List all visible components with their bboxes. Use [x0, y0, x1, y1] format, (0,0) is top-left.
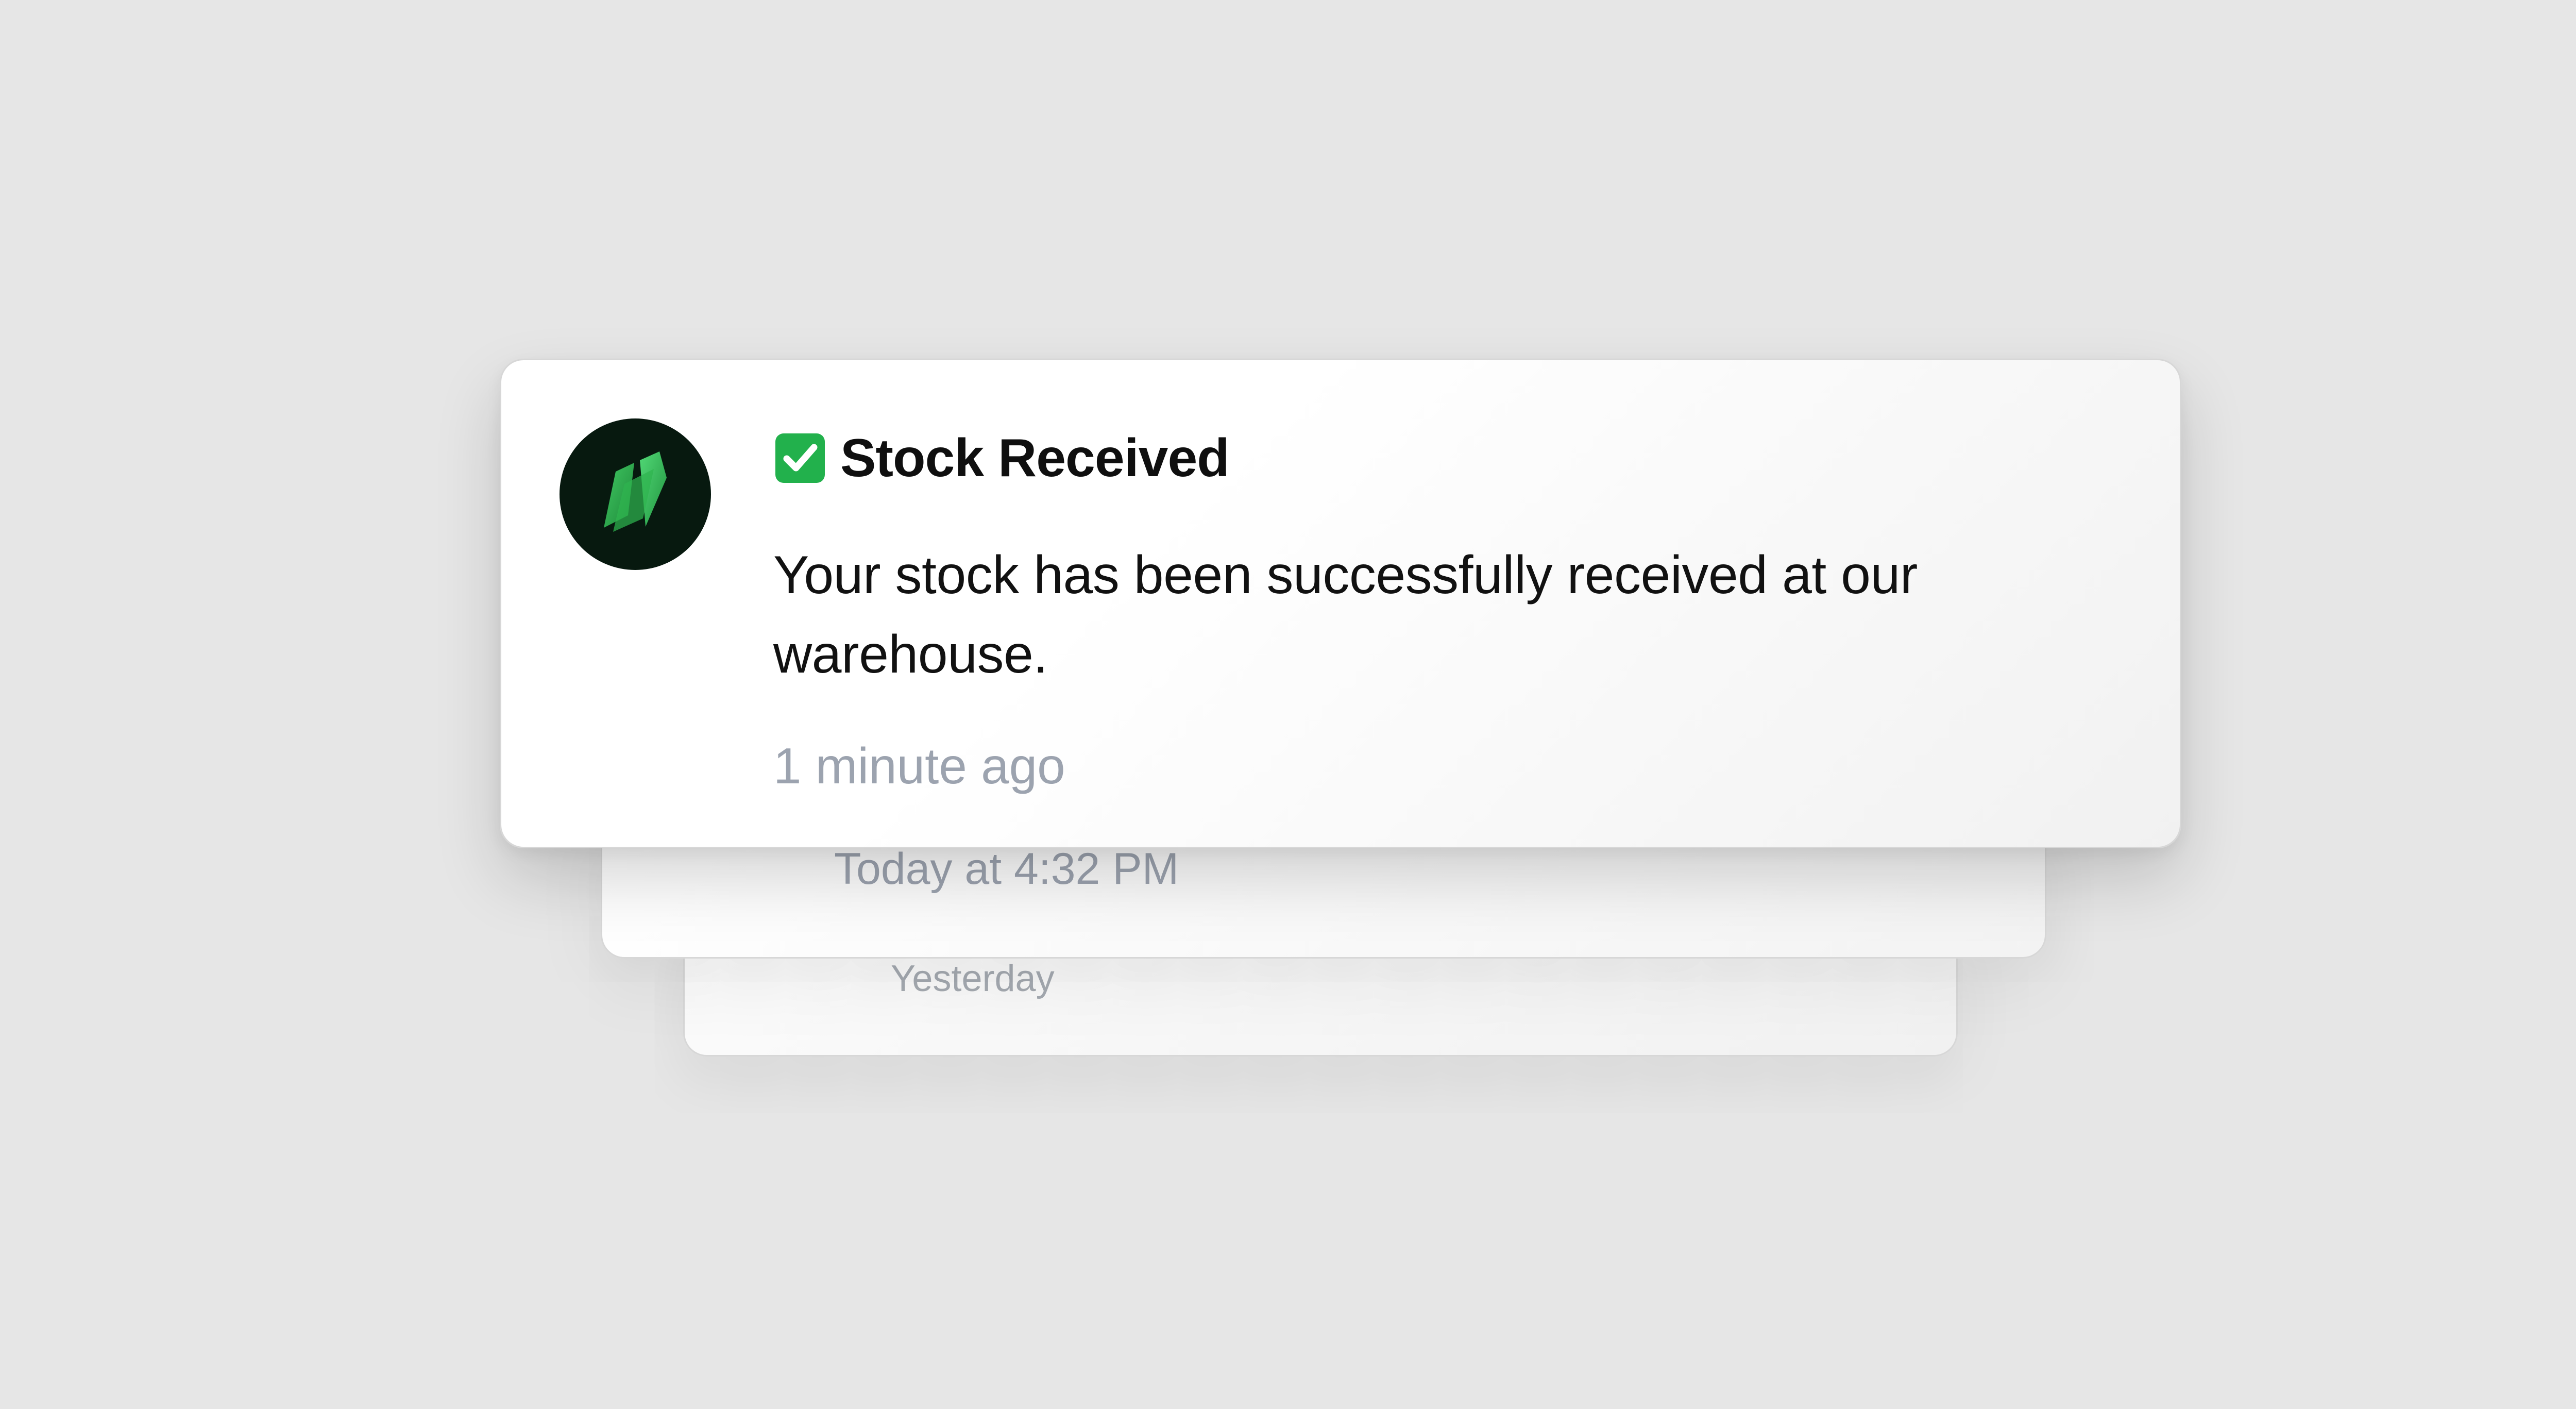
notification-time: 1 minute ago [773, 737, 1065, 794]
notification-card-stock-received[interactable]: Stock Received Your stock has been succe… [500, 359, 2181, 848]
notification-message: Your stock has been successfully receive… [773, 545, 1918, 684]
notification-title: Stock Received [840, 428, 1230, 488]
notification-time-today: Today at 4:32 PM [834, 844, 1179, 894]
brand-logo-icon [560, 418, 711, 570]
notification-time-yesterday: Yesterday [891, 958, 1055, 999]
notification-stack: Yesterday Today at 4:32 PM Stock Receive… [0, 0, 2576, 1409]
check-mark-icon [775, 433, 825, 483]
notification-content: Stock Received Your stock has been succe… [773, 427, 2087, 791]
notification-title-row: Stock Received [773, 427, 2087, 489]
